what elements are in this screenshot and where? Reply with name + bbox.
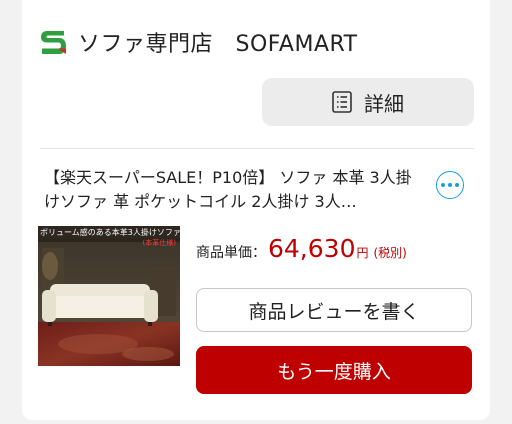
detail-button[interactable]: 詳細 <box>262 78 474 126</box>
store-name: ソファ専門店 SOFAMART <box>78 32 358 57</box>
image-badge: (本革仕様) <box>142 239 176 247</box>
price-value: 64,630 <box>268 234 356 263</box>
store-header[interactable]: ソファ専門店 SOFAMART <box>38 24 358 60</box>
buy-again-button[interactable]: もう一度購入 <box>196 346 472 394</box>
image-caption: ボリューム感のある本革3人掛けソファ <box>40 228 180 237</box>
document-list-icon <box>332 91 352 113</box>
sofamart-logo-icon <box>38 27 68 57</box>
more-options-icon <box>441 183 445 187</box>
price-label: 商品単価： <box>196 245 266 261</box>
price-row: 商品単価： 64,630 円 (税別) <box>196 234 407 270</box>
write-review-button[interactable]: 商品レビューを書く <box>196 288 472 332</box>
detail-button-label: 詳細 <box>364 91 404 116</box>
divider <box>40 148 474 149</box>
product-image[interactable]: ボリューム感のある本革3人掛けソファ (本革仕様) <box>38 226 180 366</box>
price-unit: 円 <box>356 246 369 260</box>
order-item-card: ソファ専門店 SOFAMART 詳細 【楽天スーパーSALE！P10倍】 ソファ… <box>22 0 490 420</box>
price-tax-note: (税別) <box>373 246 407 260</box>
product-title[interactable]: 【楽天スーパーSALE！P10倍】 ソファ 本革 3人掛けソファ 革 ポケットコ… <box>44 166 416 214</box>
more-options-button[interactable] <box>436 171 464 199</box>
